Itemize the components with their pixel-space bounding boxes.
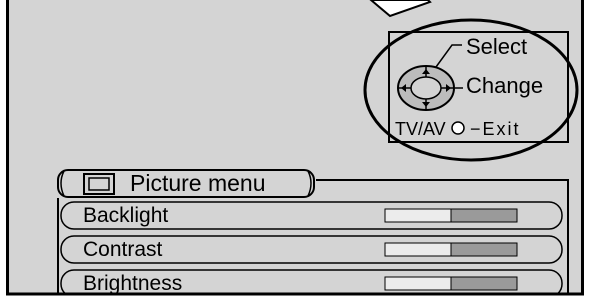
hint-exit-text: Exit bbox=[482, 119, 521, 139]
menu-title: Picture menu bbox=[130, 170, 266, 196]
menu-item-label: Contrast bbox=[83, 238, 163, 261]
hint-exit-label: −Exit bbox=[470, 120, 521, 138]
pointer-arrow bbox=[369, 0, 432, 18]
menu-item-contrast[interactable]: Contrast bbox=[61, 236, 562, 263]
hint-dash: − bbox=[470, 119, 483, 139]
tvav-button-icon bbox=[451, 121, 465, 135]
menu-item-brightness[interactable]: Brightness bbox=[61, 270, 562, 293]
menu-item-label: Backlight bbox=[83, 204, 169, 227]
dpad-icon bbox=[397, 65, 455, 111]
hint-select-label: Select bbox=[466, 34, 528, 59]
menu-item-label: Brightness bbox=[83, 272, 183, 293]
hint-tvav-label: TV/AV bbox=[395, 119, 446, 139]
menu-item-backlight[interactable]: Backlight bbox=[61, 202, 562, 229]
hint-change-label: Change bbox=[466, 73, 544, 98]
